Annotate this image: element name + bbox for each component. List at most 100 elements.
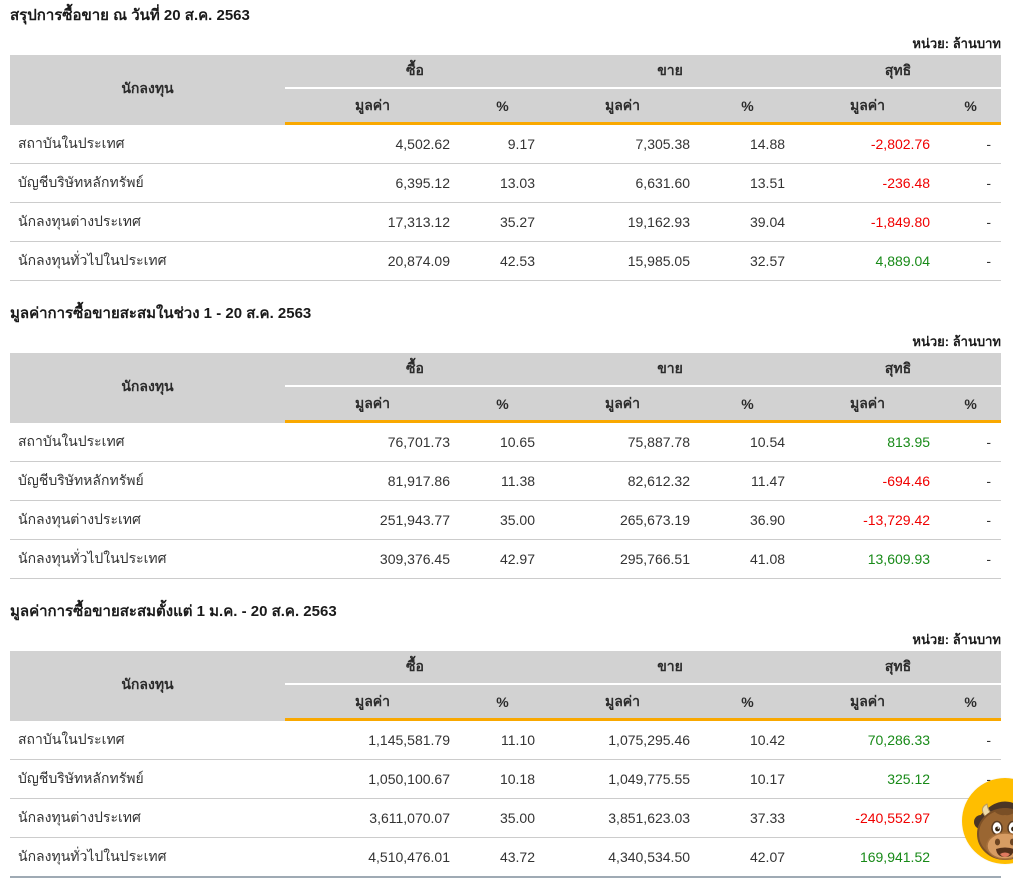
investor-name-cell: นักลงทุนต่างประเทศ	[10, 501, 285, 540]
column-header-investor: นักลงทุน	[10, 353, 285, 423]
buy-percent-cell: 11.10	[460, 721, 546, 760]
table-row: บัญชีบริษัทหลักทรัพย์ 1,050,100.67 10.18…	[10, 760, 1002, 799]
buy-value-cell: 76,701.73	[285, 423, 460, 462]
buy-value-cell: 81,917.86	[285, 462, 460, 501]
column-header-buy-percent: %	[460, 685, 546, 721]
net-value: 4,889.04	[875, 253, 931, 269]
bull-headphones-mascot-icon	[974, 801, 1013, 860]
table-row: สถาบันในประเทศ 76,701.73 10.65 75,887.78…	[10, 423, 1002, 462]
buy-percent-cell: 43.72	[460, 838, 546, 878]
net-value-cell: 325.12	[795, 760, 941, 799]
net-value-cell: -13,729.42	[795, 501, 941, 540]
buy-value-cell: 1,145,581.79	[285, 721, 460, 760]
column-header-net-percent: %	[940, 685, 1002, 721]
sell-value-cell: 295,766.51	[545, 540, 701, 579]
column-header-net: สุทธิ	[795, 55, 1002, 89]
net-value: -236.48	[882, 175, 931, 191]
chat-mascot-button[interactable]	[962, 778, 1013, 864]
table-row: นักลงทุนต่างประเทศ 3,611,070.07 35.00 3,…	[10, 799, 1002, 838]
investor-name-cell: นักลงทุนทั่วไปในประเทศ	[10, 540, 285, 579]
sell-value-cell: 75,887.78	[545, 423, 701, 462]
column-header-net-percent: %	[940, 89, 1002, 125]
column-header-sell: ขาย	[545, 353, 796, 387]
section-title: มูลค่าการซื้อขายสะสมในช่วง 1 - 20 ส.ค. 2…	[10, 305, 312, 322]
net-percent-cell: -	[940, 721, 1002, 760]
buy-value-cell: 4,502.62	[285, 125, 460, 164]
table-row: สถาบันในประเทศ 4,502.62 9.17 7,305.38 14…	[10, 125, 1002, 164]
table-row: นักลงทุนทั่วไปในประเทศ 4,510,476.01 43.7…	[10, 838, 1002, 878]
section-title: มูลค่าการซื้อขายสะสมตั้งแต่ 1 ม.ค. - 20 …	[10, 603, 337, 620]
column-header-net-value: มูลค่า	[795, 89, 941, 125]
table-row: บัญชีบริษัทหลักทรัพย์ 6,395.12 13.03 6,6…	[10, 164, 1002, 203]
section-daily-summary: สรุปการซื้อขาย ณ วันที่ 20 ส.ค. 2563 หน่…	[10, 6, 1002, 281]
net-percent-cell: -	[940, 164, 1002, 203]
column-header-sell-percent: %	[700, 387, 796, 423]
column-header-sell-percent: %	[700, 685, 796, 721]
section-year-to-date: มูลค่าการซื้อขายสะสมตั้งแต่ 1 ม.ค. - 20 …	[10, 602, 1002, 878]
net-value: 13,609.93	[867, 551, 931, 567]
unit-label: หน่วย: ล้านบาท	[912, 36, 1001, 51]
column-header-sell-value: มูลค่า	[545, 685, 701, 721]
column-header-buy-value: มูลค่า	[285, 685, 460, 721]
buy-percent-cell: 10.65	[460, 423, 546, 462]
column-header-buy: ซื้อ	[285, 55, 546, 89]
buy-value-cell: 309,376.45	[285, 540, 460, 579]
net-value-cell: 169,941.52	[795, 838, 941, 878]
sell-percent-cell: 13.51	[700, 164, 796, 203]
net-value-cell: 813.95	[795, 423, 941, 462]
net-value: -240,552.97	[855, 810, 931, 826]
column-header-net: สุทธิ	[795, 353, 1002, 387]
column-header-net-percent: %	[940, 387, 1002, 423]
column-header-investor: นักลงทุน	[10, 55, 285, 125]
net-value-cell: -694.46	[795, 462, 941, 501]
investor-name-cell: สถาบันในประเทศ	[10, 721, 285, 760]
investor-trading-summary-page: { "page": { "unit_label": "หน่วย: ล้านบา…	[0, 0, 1013, 878]
net-value-cell: 4,889.04	[795, 242, 941, 281]
column-header-buy: ซื้อ	[285, 353, 546, 387]
net-value-cell: -236.48	[795, 164, 941, 203]
table-row: บัญชีบริษัทหลักทรัพย์ 81,917.86 11.38 82…	[10, 462, 1002, 501]
net-percent-cell: -	[940, 501, 1002, 540]
investor-name-cell: บัญชีบริษัทหลักทรัพย์	[10, 760, 285, 799]
sell-value-cell: 1,049,775.55	[545, 760, 701, 799]
net-percent-cell: -	[940, 125, 1002, 164]
column-header-buy-value: มูลค่า	[285, 387, 460, 423]
investor-table-year-to-date: นักลงทุน ซื้อ ขาย สุทธิ มูลค่า % มูลค่า …	[10, 651, 1002, 878]
net-value-cell: -240,552.97	[795, 799, 941, 838]
net-value-cell: 70,286.33	[795, 721, 941, 760]
investor-name-cell: บัญชีบริษัทหลักทรัพย์	[10, 164, 285, 203]
sell-percent-cell: 41.08	[700, 540, 796, 579]
investor-name-cell: นักลงทุนทั่วไปในประเทศ	[10, 838, 285, 878]
investor-name-cell: สถาบันในประเทศ	[10, 125, 285, 164]
unit-label: หน่วย: ล้านบาท	[912, 334, 1001, 349]
net-value: -2,802.76	[870, 136, 931, 152]
net-value: 813.95	[887, 434, 931, 450]
buy-percent-cell: 35.00	[460, 799, 546, 838]
sell-percent-cell: 36.90	[700, 501, 796, 540]
net-value-cell: 13,609.93	[795, 540, 941, 579]
table-group-header-row: นักลงทุน ซื้อ ขาย สุทธิ	[10, 651, 1002, 721]
sell-value-cell: 15,985.05	[545, 242, 701, 281]
sell-value-cell: 6,631.60	[545, 164, 701, 203]
buy-percent-cell: 35.27	[460, 203, 546, 242]
net-value: 325.12	[887, 771, 931, 787]
table-row: นักลงทุนทั่วไปในประเทศ 20,874.09 42.53 1…	[10, 242, 1002, 281]
sell-value-cell: 82,612.32	[545, 462, 701, 501]
buy-percent-cell: 9.17	[460, 125, 546, 164]
sell-percent-cell: 10.42	[700, 721, 796, 760]
column-header-net-value: มูลค่า	[795, 387, 941, 423]
investor-table-daily: นักลงทุน ซื้อ ขาย สุทธิ มูลค่า % มูลค่า …	[10, 55, 1002, 281]
net-value: 70,286.33	[867, 732, 931, 748]
net-percent-cell: -	[940, 423, 1002, 462]
buy-value-cell: 6,395.12	[285, 164, 460, 203]
column-header-buy-value: มูลค่า	[285, 89, 460, 125]
buy-value-cell: 251,943.77	[285, 501, 460, 540]
section-month-to-date: มูลค่าการซื้อขายสะสมในช่วง 1 - 20 ส.ค. 2…	[10, 304, 1002, 579]
table-row: สถาบันในประเทศ 1,145,581.79 11.10 1,075,…	[10, 721, 1002, 760]
buy-value-cell: 20,874.09	[285, 242, 460, 281]
buy-value-cell: 17,313.12	[285, 203, 460, 242]
buy-percent-cell: 11.38	[460, 462, 546, 501]
column-header-sell: ขาย	[545, 55, 796, 89]
sell-percent-cell: 14.88	[700, 125, 796, 164]
column-header-sell-value: มูลค่า	[545, 387, 701, 423]
